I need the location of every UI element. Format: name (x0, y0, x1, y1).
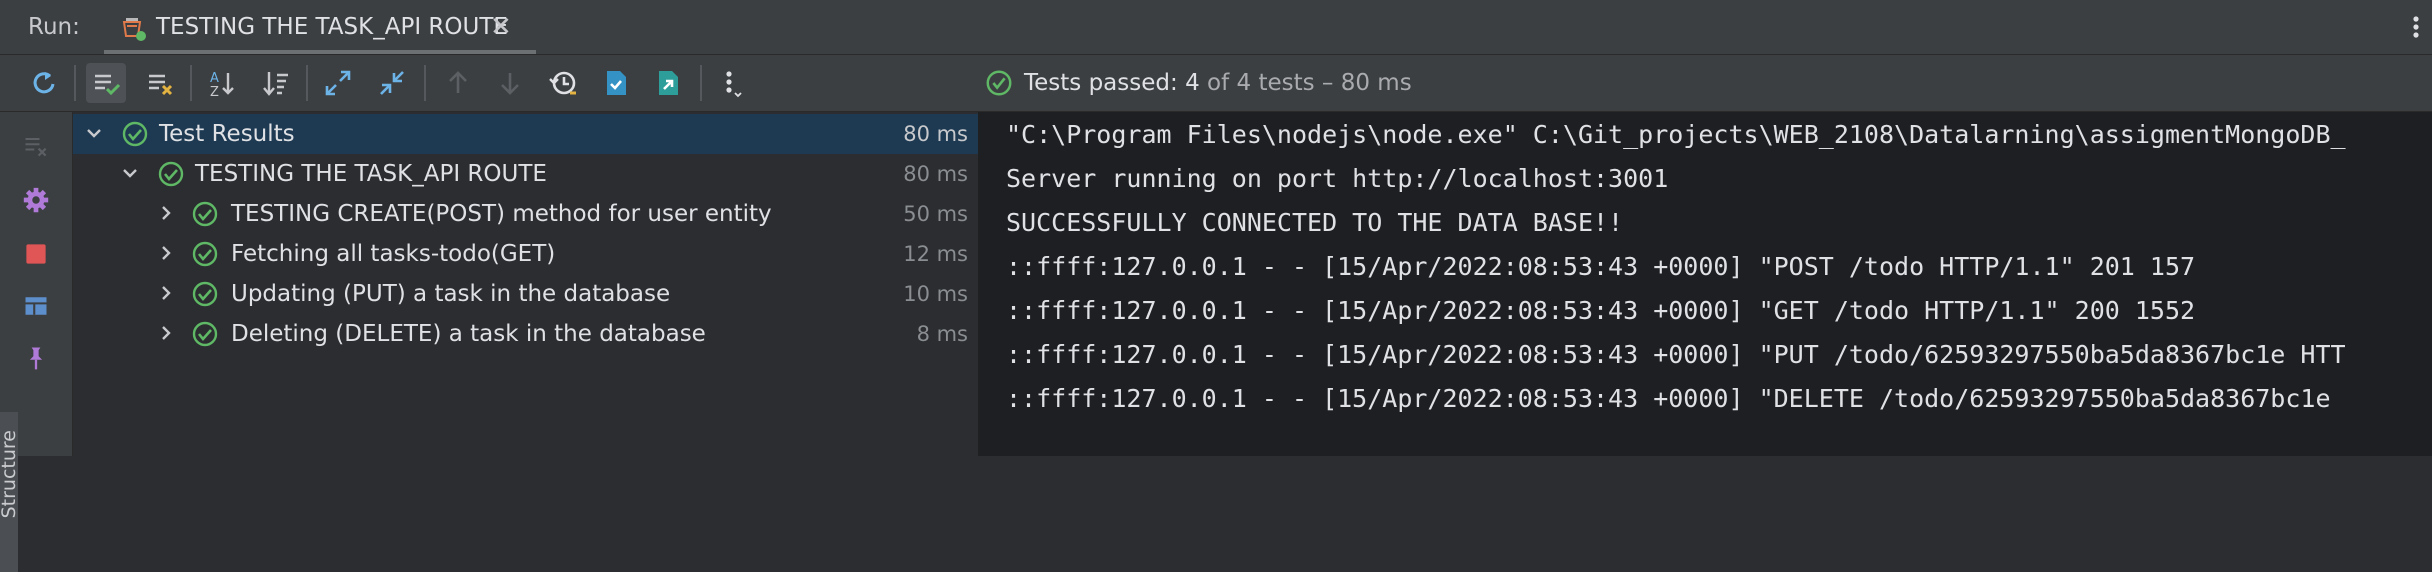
export-tests-button[interactable] (648, 63, 688, 103)
check-circle-icon (192, 281, 218, 307)
console-line: ::ffff:127.0.0.1 - - [15/Apr/2022:08:53:… (1006, 252, 2196, 281)
tree-row-duration: 50 ms (903, 202, 968, 226)
sort-by-duration-button[interactable] (256, 63, 296, 103)
test-status-summary: Tests passed: 4 of 4 tests – 80 ms (984, 67, 1412, 99)
settings-button[interactable] (18, 182, 54, 218)
layout-button[interactable] (18, 288, 54, 324)
tree-row-test[interactable]: TESTING CREATE(POST) method for user ent… (73, 194, 978, 234)
settings-icon (23, 187, 49, 213)
next-failed-button[interactable] (490, 63, 530, 103)
pin-icon (29, 347, 43, 370)
run-tab[interactable]: TESTING THE TASK_API ROUTE ✕ (104, 0, 536, 54)
left-tool-strip: Structure (0, 112, 73, 572)
console-line: Server running on port http://localhost:… (1006, 164, 1669, 193)
tree-row-label: Updating (PUT) a task in the database (231, 281, 671, 307)
expand-all-icon (325, 70, 351, 96)
chevron-right-icon[interactable] (155, 282, 177, 304)
run-tool-window-header: Run: TESTING THE TASK_API ROUTE ✕ (0, 0, 2432, 55)
show-passed-icon (95, 74, 121, 96)
clear-icon (25, 137, 47, 157)
show-ignored-icon (149, 74, 173, 96)
tree-row-duration: 12 ms (903, 242, 968, 266)
tree-row-label: TESTING CREATE(POST) method for user ent… (231, 201, 772, 227)
tree-row-duration: 10 ms (903, 282, 968, 306)
tree-row-label: Test Results (159, 121, 295, 147)
expand-all-button[interactable] (318, 63, 358, 103)
tree-row-test[interactable]: Updating (PUT) a task in the database 10… (73, 274, 978, 314)
clear-button[interactable] (18, 128, 54, 164)
test-history-button[interactable] (544, 63, 584, 103)
stop-button[interactable] (18, 236, 54, 272)
check-circle-icon (986, 70, 1012, 96)
test-run-icon (122, 18, 146, 41)
import-tests-button[interactable] (596, 63, 636, 103)
chevron-right-icon[interactable] (155, 202, 177, 224)
chevron-down-icon[interactable] (119, 162, 141, 184)
tree-row-duration: 80 ms (903, 162, 968, 186)
import-tests-icon (607, 71, 626, 95)
more-options-button[interactable] (712, 63, 752, 103)
test-results-tree: Test Results 80 ms TESTING THE TASK_API … (73, 112, 978, 456)
arrow-down-icon (501, 73, 519, 95)
console-line: SUCCESSFULLY CONNECTED TO THE DATA BASE!… (1006, 208, 1624, 237)
close-icon[interactable]: ✕ (490, 12, 512, 42)
console-line: "C:\Program Files\nodejs\node.exe" C:\Gi… (1006, 120, 2346, 149)
run-label: Run: (28, 14, 80, 40)
check-circle-icon (122, 121, 148, 147)
sort-alphabetically-icon: A Z (210, 71, 234, 99)
sort-alphabetically-button[interactable]: A Z (202, 63, 242, 103)
tree-row-duration: 8 ms (916, 322, 968, 346)
tree-row-label: Fetching all tasks-todo(GET) (231, 241, 556, 267)
console-line: ::ffff:127.0.0.1 - - [15/Apr/2022:08:53:… (1006, 296, 2196, 325)
arrow-up-icon (449, 71, 467, 93)
show-passed-button[interactable] (86, 63, 126, 103)
rerun-button[interactable] (24, 63, 64, 103)
console-line: ::ffff:127.0.0.1 - - [15/Apr/2022:08:53:… (1006, 340, 2346, 369)
rerun-icon (33, 72, 55, 94)
pin-button[interactable] (18, 340, 54, 376)
stop-icon (26, 244, 46, 264)
active-tab-indicator (104, 50, 536, 54)
more-options-icon (726, 71, 742, 98)
svg-text:A: A (210, 71, 219, 86)
export-tests-icon (659, 71, 678, 95)
tree-row-duration: 80 ms (903, 122, 968, 146)
test-status-text: Tests passed: 4 of 4 tests – 80 ms (1024, 70, 1412, 96)
check-circle-icon (192, 241, 218, 267)
tree-row-test-results[interactable]: Test Results 80 ms (73, 114, 978, 154)
check-circle-icon (192, 201, 218, 227)
show-ignored-button[interactable] (140, 63, 180, 103)
tree-row-label: TESTING THE TASK_API ROUTE (195, 161, 547, 187)
tree-row-label: Deleting (DELETE) a task in the database (231, 321, 706, 347)
tree-row-suite[interactable]: TESTING THE TASK_API ROUTE 80 ms (73, 154, 978, 194)
console-output[interactable]: "C:\Program Files\nodejs\node.exe" C:\Gi… (980, 112, 2432, 456)
structure-tab-label: Structure (0, 430, 20, 519)
chevron-right-icon[interactable] (155, 242, 177, 264)
check-circle-icon (158, 161, 184, 187)
tree-row-test[interactable]: Fetching all tasks-todo(GET) 12 ms (73, 234, 978, 274)
collapse-all-button[interactable] (372, 63, 412, 103)
sort-by-duration-icon (263, 72, 288, 96)
more-vertical-icon[interactable] (2408, 12, 2424, 42)
chevron-down-icon[interactable] (83, 122, 105, 144)
run-tab-title: TESTING THE TASK_API ROUTE (156, 14, 508, 40)
chevron-right-icon[interactable] (155, 322, 177, 344)
test-history-icon (549, 71, 576, 95)
collapse-all-icon (380, 71, 404, 95)
svg-text:Z: Z (210, 85, 219, 99)
test-runner-toolbar: A Z Tests passed: 4 of 4 tests – 80 ms (0, 55, 2432, 112)
layout-icon (25, 297, 47, 315)
console-line: ::ffff:127.0.0.1 - - [15/Apr/2022:08:53:… (1006, 384, 2331, 413)
previous-failed-button[interactable] (438, 63, 478, 103)
check-circle-icon (192, 321, 218, 347)
tree-row-test[interactable]: Deleting (DELETE) a task in the database… (73, 314, 978, 354)
